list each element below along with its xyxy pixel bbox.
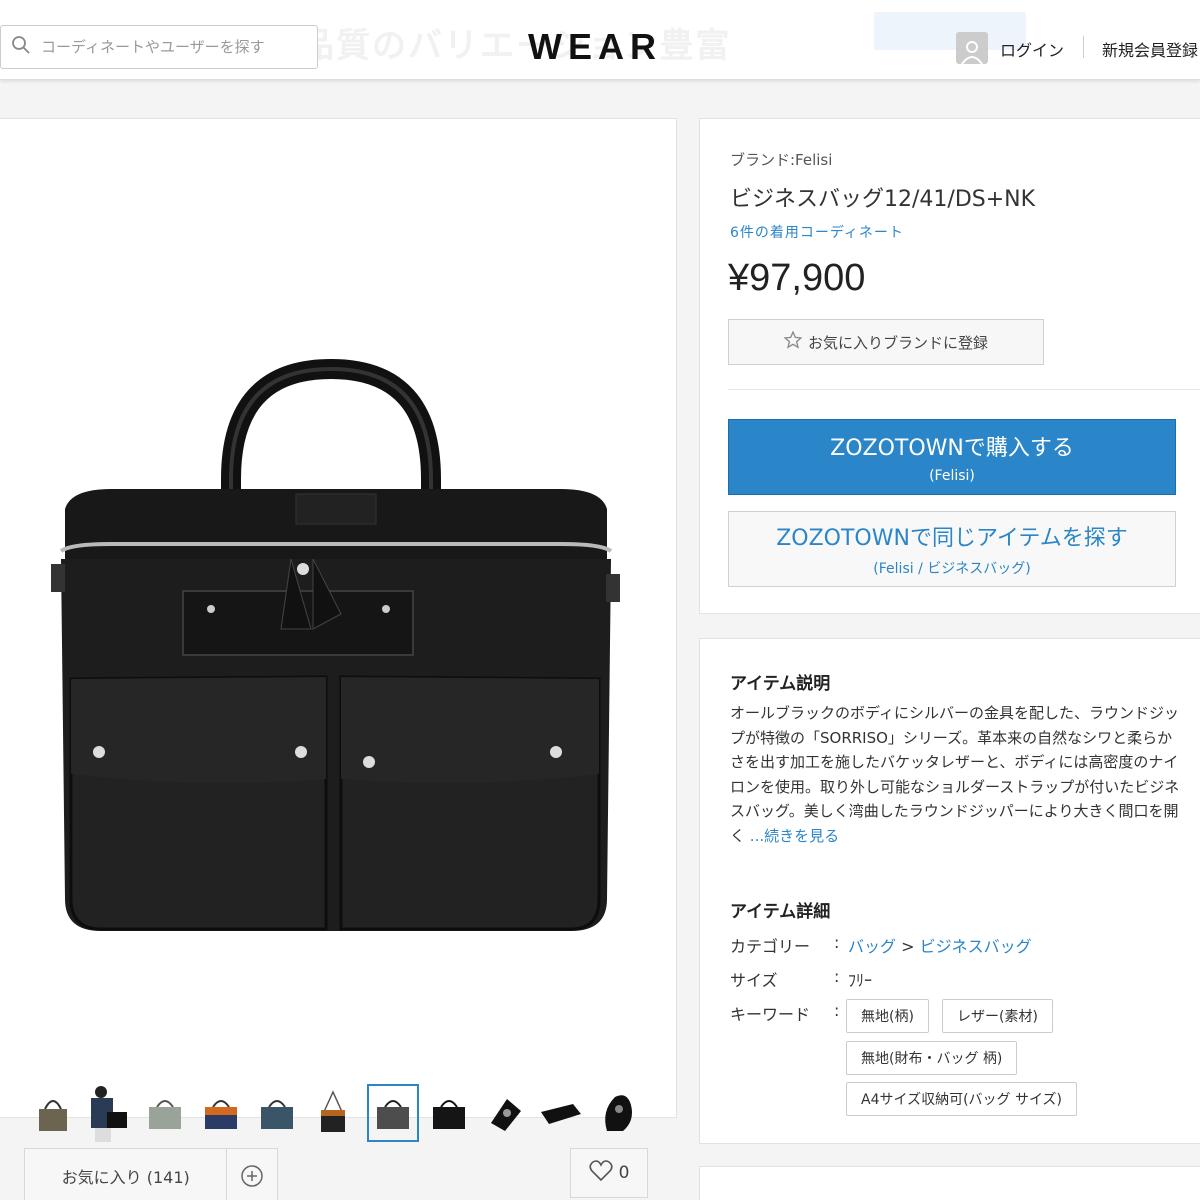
keyword-row: キーワード : xyxy=(730,1001,839,1025)
favorite-brand-label: お気に入りブランドに登録 xyxy=(807,333,988,352)
divider xyxy=(728,389,1200,390)
thumbnail-2[interactable] xyxy=(83,1084,135,1142)
category-row: カテゴリー : バッグ > ビジネスバッグ xyxy=(730,933,1032,957)
thumbnail-3[interactable] xyxy=(139,1084,191,1142)
brand-label[interactable]: ブランド:Felisi xyxy=(730,149,832,170)
product-price: ¥97,900 xyxy=(728,257,866,299)
description-text: オールブラックのボディにシルバーの金具を配した、ラウンドジップが特徴の「SORR… xyxy=(730,701,1180,848)
category-child-link[interactable]: ビジネスバッグ xyxy=(920,937,1032,956)
thumbnail-5[interactable] xyxy=(251,1084,303,1142)
search-similar-sublabel: (Felisi / ビジネスバッグ) xyxy=(873,561,1031,577)
item-description-panel: アイテム説明 オールブラックのボディにシルバーの金具を配した、ラウンドジップが特… xyxy=(699,638,1200,1144)
buy-button-label: ZOZOTOWNで購入する xyxy=(830,436,1074,461)
product-info-panel: ブランド:Felisi ビジネスバッグ12/41/DS+NK 6件の着用コーディ… xyxy=(699,118,1200,614)
thumbnail-4[interactable] xyxy=(195,1084,247,1142)
keyword-tag[interactable]: A4サイズ収納可(バッグ サイズ) xyxy=(846,1082,1078,1116)
category-label: カテゴリー xyxy=(730,937,811,956)
thumbnail-11[interactable] xyxy=(591,1084,643,1142)
login-link[interactable]: ログイン xyxy=(1000,37,1064,61)
read-more-link[interactable]: ...続きを見る xyxy=(750,827,839,845)
search-icon xyxy=(11,35,31,59)
thumbnail-1[interactable] xyxy=(27,1084,79,1142)
category-separator: > xyxy=(901,937,915,956)
star-icon xyxy=(783,330,803,353)
product-image-panel xyxy=(0,118,677,1200)
site-header: 品質のバリエーション豊富 WEAR ログイン 新規会員登録 xyxy=(0,0,1200,80)
thumbnail-10[interactable] xyxy=(535,1084,587,1142)
search-input[interactable] xyxy=(41,38,301,56)
colon: : xyxy=(834,967,840,986)
signup-link[interactable]: 新規会員登録 xyxy=(1102,37,1198,61)
main-product-image[interactable] xyxy=(51,359,621,949)
buy-button-sublabel: (Felisi) xyxy=(929,468,975,484)
like-count: 0 xyxy=(618,1163,630,1183)
description-body: オールブラックのボディにシルバーの金具を配した、ラウンドジップが特徴の「SORR… xyxy=(730,704,1180,845)
like-button[interactable]: 0 xyxy=(570,1148,648,1198)
colon: : xyxy=(834,1001,840,1020)
keyword-tag[interactable]: 無地(財布・バッグ 柄) xyxy=(846,1041,1018,1075)
add-to-list-icon[interactable] xyxy=(227,1149,277,1200)
zozotown-buy-button[interactable]: ZOZOTOWNで購入する (Felisi) xyxy=(728,419,1176,495)
heart-icon xyxy=(589,1159,613,1187)
keyword-tag[interactable]: 無地(柄) xyxy=(846,999,929,1033)
thumbnail-6[interactable] xyxy=(307,1084,359,1142)
thumbnail-8[interactable] xyxy=(423,1084,475,1142)
background-banner-text: 品質のバリエーション豊富 xyxy=(300,26,732,66)
size-value: ﾌﾘｰ xyxy=(848,971,873,990)
zozotown-search-similar-button[interactable]: ZOZOTOWNで同じアイテムを探す (Felisi / ビジネスバッグ) xyxy=(728,511,1176,587)
favorite-item-button[interactable]: お気に入り (141) xyxy=(25,1149,228,1200)
user-icon[interactable] xyxy=(956,32,988,64)
coordinate-count-link[interactable]: 6件の着用コーディネート xyxy=(730,222,904,242)
search-box[interactable] xyxy=(0,25,318,69)
thumbnail-7-selected[interactable] xyxy=(367,1084,419,1142)
details-title: アイテム詳細 xyxy=(730,902,831,922)
site-logo[interactable]: WEAR xyxy=(528,26,662,68)
size-row: サイズ : ﾌﾘｰ xyxy=(730,967,872,991)
thumbnail-9[interactable] xyxy=(479,1084,531,1142)
colon: : xyxy=(834,933,840,952)
search-similar-label: ZOZOTOWNで同じアイテムを探す xyxy=(776,526,1128,551)
product-title: ビジネスバッグ12/41/DS+NK xyxy=(730,187,1036,212)
favorite-brand-button[interactable]: お気に入りブランドに登録 xyxy=(728,319,1044,365)
header-divider xyxy=(1083,36,1084,58)
keyword-tag[interactable]: レザー(素材) xyxy=(942,999,1053,1033)
keyword-label: キーワード xyxy=(730,1005,811,1024)
favorite-item-control: お気に入り (141) xyxy=(24,1148,278,1200)
next-section-panel xyxy=(699,1166,1200,1200)
size-label: サイズ xyxy=(730,971,778,990)
category-parent-link[interactable]: バッグ xyxy=(848,937,896,956)
description-title: アイテム説明 xyxy=(730,674,831,694)
category-value: バッグ > ビジネスバッグ xyxy=(848,933,1032,957)
